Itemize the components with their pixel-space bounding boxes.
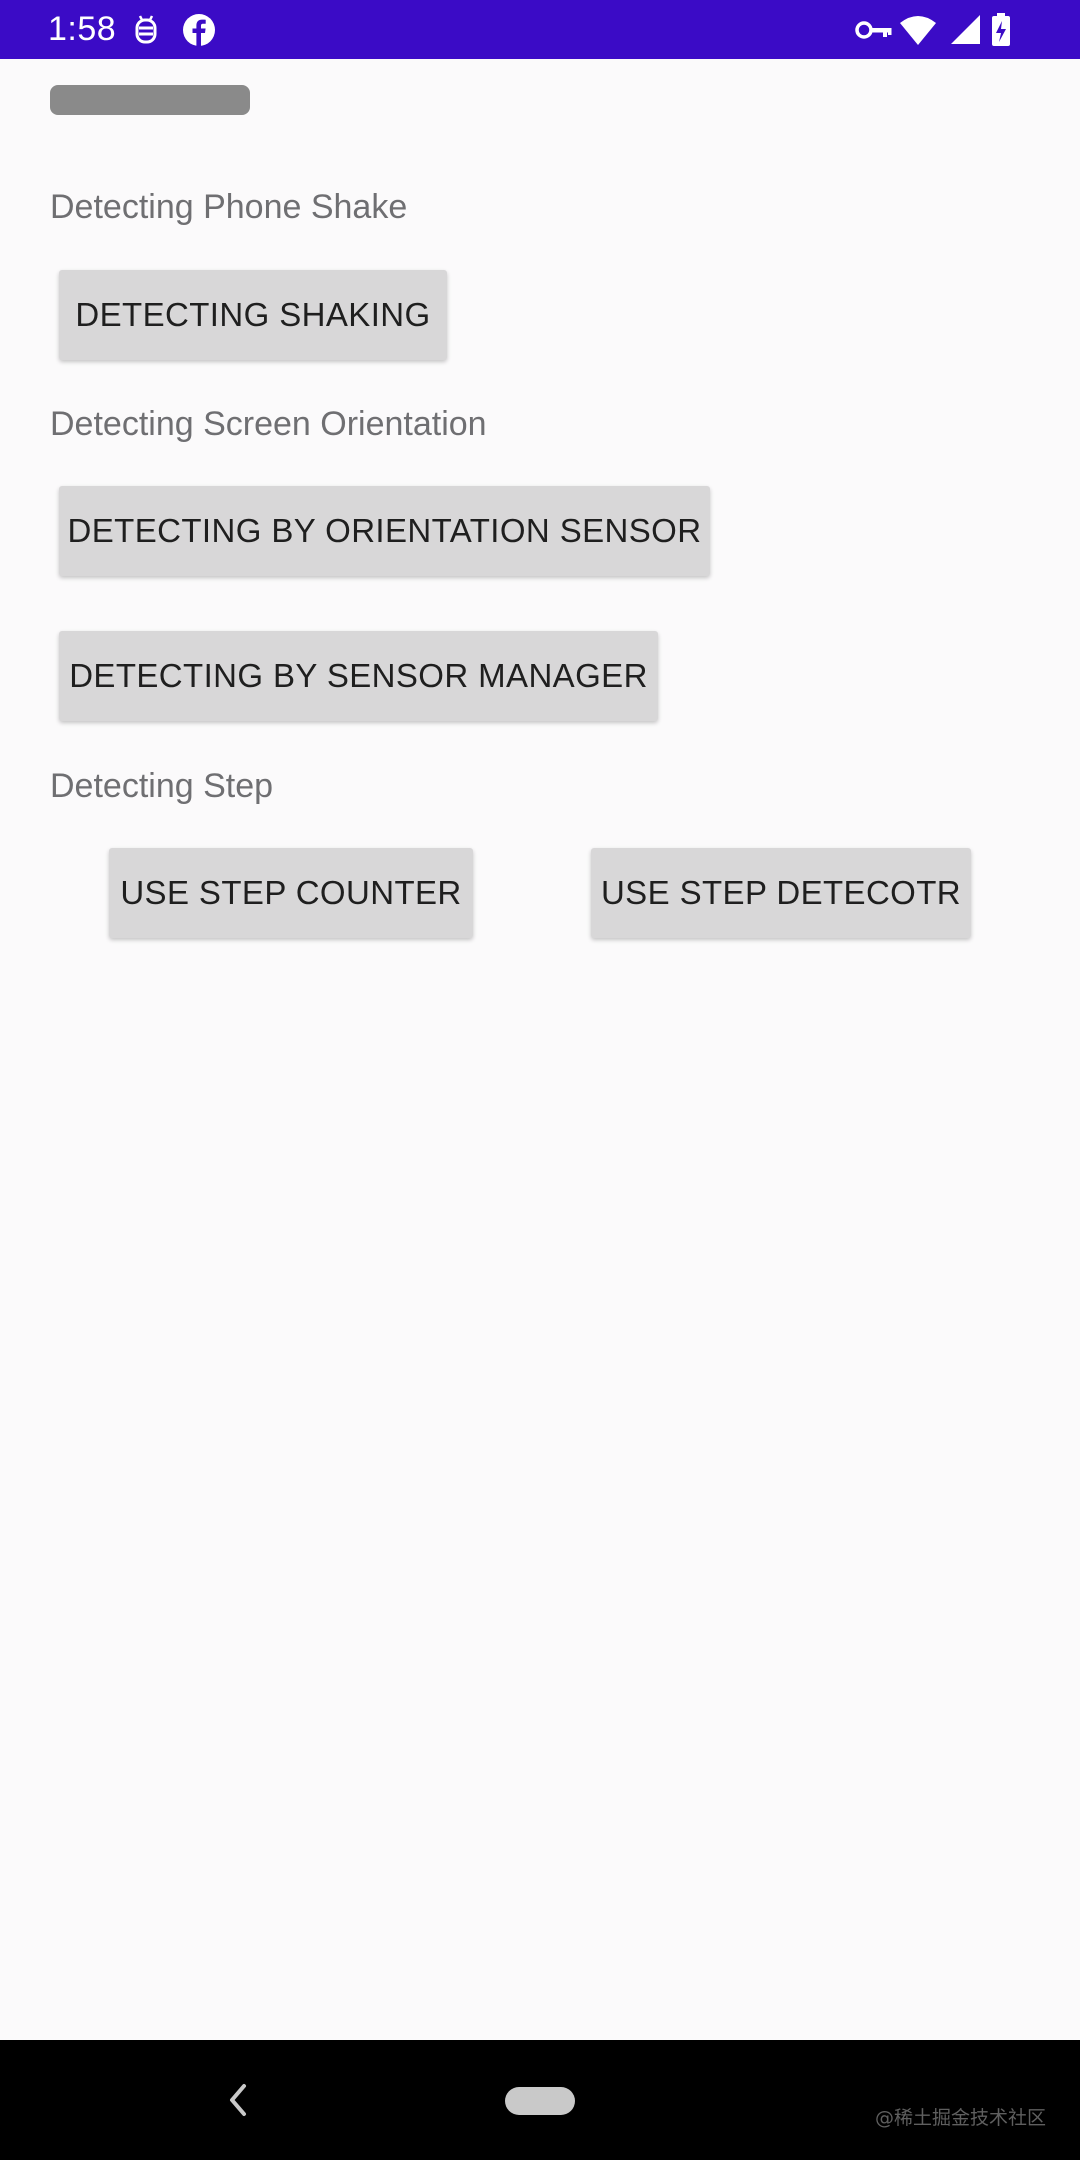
android-debug-icon xyxy=(128,12,164,48)
section-label-shake: Detecting Phone Shake xyxy=(50,188,408,226)
mobile-signal-icon xyxy=(948,12,982,48)
home-pill-icon[interactable] xyxy=(505,2087,575,2115)
back-icon[interactable] xyxy=(222,2080,254,2120)
section-label-orientation: Detecting Screen Orientation xyxy=(50,405,487,443)
section-label-step: Detecting Step xyxy=(50,767,274,805)
toolbar-placeholder xyxy=(50,85,250,115)
battery-charging-icon xyxy=(990,12,1012,48)
app-screen: 1:58 Detecting Phone Shake DETECTING SHA… xyxy=(0,0,1080,2160)
sensor-manager-button[interactable]: DETECTING BY SENSOR MANAGER xyxy=(59,631,658,721)
vpn-key-icon xyxy=(854,12,894,48)
wifi-icon xyxy=(898,12,938,48)
status-time: 1:58 xyxy=(48,10,117,48)
orientation-sensor-button[interactable]: DETECTING BY ORIENTATION SENSOR xyxy=(59,486,710,576)
step-detector-button[interactable]: USE STEP DETECOTR xyxy=(591,848,971,938)
status-bar: 1:58 xyxy=(0,0,1080,59)
watermark: @稀土掘金技术社区 xyxy=(874,2107,1046,2129)
step-counter-button[interactable]: USE STEP COUNTER xyxy=(109,848,473,938)
facebook-icon xyxy=(181,12,217,48)
detecting-shaking-button[interactable]: DETECTING SHAKING xyxy=(59,270,447,360)
